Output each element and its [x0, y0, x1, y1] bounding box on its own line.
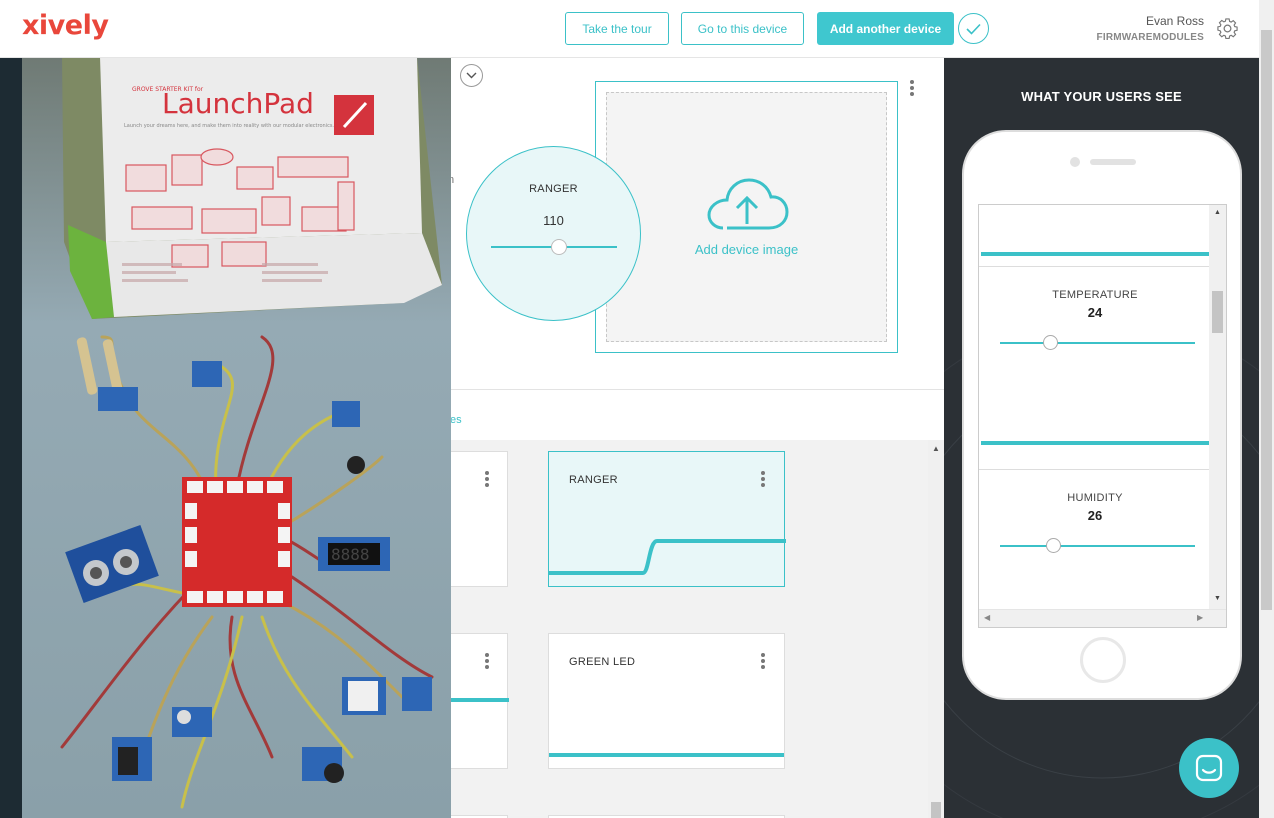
scroll-down-arrow[interactable]: ▼	[1214, 595, 1221, 602]
screen-vertical-scrollbar[interactable]: ▲ ▼	[1209, 205, 1226, 610]
display-digits-text: 8888	[331, 545, 370, 564]
confirm-check-button[interactable]	[958, 13, 989, 44]
page-scroll-thumb[interactable]	[1261, 30, 1272, 610]
scroll-up-arrow[interactable]: ▲	[932, 444, 940, 453]
card-menu-button[interactable]	[761, 471, 765, 487]
temperature-widget-value: 24	[1087, 305, 1103, 320]
grove-kit-photo-illustration: GROVE STARTER KIT for LaunchPad Launch y…	[22, 57, 451, 818]
card-menu-button[interactable]	[485, 471, 489, 487]
humidity-slider-handle[interactable]	[1046, 538, 1061, 553]
partial-link[interactable]: es	[450, 414, 462, 426]
widget-divider	[979, 469, 1211, 470]
device-image-dropzone[interactable]: Add device image	[595, 81, 898, 353]
device-photo: GROVE STARTER KIT for LaunchPad Launch y…	[22, 57, 451, 818]
phone-speaker	[1090, 159, 1136, 165]
phone-screen[interactable]: TEMPERATURE 24 HUMIDITY 26 ▲ ▼ ◀ ▶	[978, 204, 1227, 628]
phone-home-button	[1080, 637, 1126, 683]
user-organization: FIRMWAREMODULES	[1096, 32, 1204, 43]
humidity-widget-value: 26	[1087, 508, 1103, 523]
card-value-line	[549, 753, 784, 757]
gear-icon[interactable]	[1216, 17, 1239, 40]
xively-logo[interactable]: xively	[22, 10, 109, 41]
humidity-widget-name: HUMIDITY	[1067, 492, 1123, 504]
temperature-widget-name: TEMPERATURE	[1052, 289, 1138, 301]
page-scrollbar[interactable]	[1259, 0, 1274, 818]
scroll-up-arrow[interactable]: ▲	[1214, 209, 1221, 216]
ranger-slider-handle[interactable]	[551, 239, 567, 255]
expand-toggle[interactable]	[460, 64, 483, 87]
phone-mockup: TEMPERATURE 24 HUMIDITY 26 ▲ ▼ ◀ ▶	[962, 130, 1242, 700]
channel-card-green-led[interactable]: GREEN LED	[548, 633, 785, 769]
user-preview-panel: WHAT YOUR USERS SEE TEMPERATURE 24 HUMID…	[944, 58, 1259, 818]
ranger-bubble-value: 110	[543, 213, 564, 228]
add-device-image-label: Add device image	[694, 241, 799, 257]
box-tagline-text: Launch your dreams here, and make them i…	[124, 123, 334, 129]
check-icon	[966, 23, 981, 35]
widget-top-line	[981, 252, 1209, 256]
scroll-thumb[interactable]	[1212, 291, 1223, 333]
chevron-down-icon	[466, 72, 477, 79]
widget-divider	[979, 266, 1211, 267]
ranger-preview-bubble: RANGER 110	[466, 146, 641, 321]
temperature-line	[981, 441, 1209, 445]
scroll-thumb[interactable]	[931, 802, 941, 818]
channel-card-hidden-2[interactable]	[442, 633, 509, 769]
cards-scrollbar[interactable]: ▲	[928, 440, 944, 818]
scroll-right-arrow[interactable]: ▶	[1197, 613, 1203, 622]
card-title: GREEN LED	[569, 656, 636, 668]
chat-launcher-button[interactable]	[1179, 738, 1239, 798]
card-menu-button[interactable]	[761, 653, 765, 669]
ranger-history-line	[549, 539, 786, 575]
ranger-bubble-name: RANGER	[529, 183, 578, 195]
scroll-left-arrow[interactable]: ◀	[984, 613, 990, 622]
preview-heading: WHAT YOUR USERS SEE	[1021, 89, 1182, 104]
temperature-slider-handle[interactable]	[1043, 335, 1058, 350]
channel-card-ranger[interactable]: RANGER	[548, 451, 786, 587]
screen-horizontal-scrollbar[interactable]: ◀ ▶	[979, 609, 1226, 627]
cloud-upload-icon	[706, 177, 789, 229]
top-bar: xively Take the tour Go to this device A…	[0, 0, 1274, 58]
go-to-device-button[interactable]: Go to this device	[681, 12, 804, 45]
chat-icon	[1195, 754, 1223, 782]
take-tour-button[interactable]: Take the tour	[565, 12, 669, 45]
humidity-slider-track[interactable]	[1000, 545, 1195, 547]
temperature-slider-track[interactable]	[1000, 342, 1195, 344]
channel-card-hidden-1[interactable]	[442, 451, 508, 587]
card-menu-button[interactable]	[485, 653, 489, 669]
image-more-menu-button[interactable]	[910, 80, 914, 96]
card-value-line	[443, 698, 509, 702]
card-title: RANGER	[569, 474, 618, 486]
device-image-placeholder[interactable]: Add device image	[606, 92, 887, 342]
phone-camera	[1070, 157, 1080, 167]
add-another-device-button[interactable]: Add another device	[817, 12, 954, 45]
box-title-text: LaunchPad	[162, 87, 314, 120]
user-name[interactable]: Evan Ross	[1146, 14, 1204, 28]
